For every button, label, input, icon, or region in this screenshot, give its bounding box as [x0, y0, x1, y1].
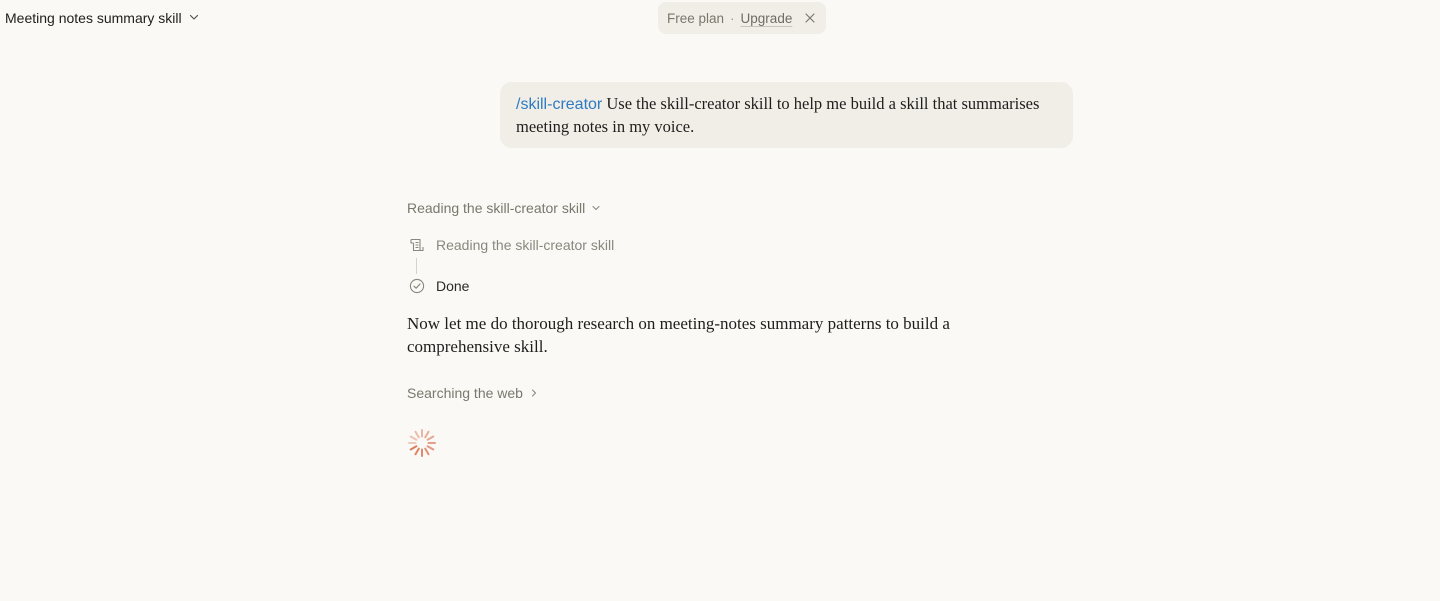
- spinner-ray: [426, 445, 435, 451]
- chevron-down-icon: [188, 10, 200, 26]
- search-toggle[interactable]: Searching the web: [407, 384, 538, 402]
- spinner-ray: [424, 430, 430, 439]
- search-label: Searching the web: [407, 385, 523, 401]
- conversation-title-button[interactable]: Meeting notes summary skill: [5, 8, 200, 28]
- step-reading-skill: Reading the skill-creator skill: [407, 235, 614, 254]
- step-label: Reading the skill-creator skill: [436, 236, 615, 253]
- spinner-ray: [426, 435, 435, 441]
- thinking-toggle[interactable]: Reading the skill-creator skill: [407, 199, 601, 217]
- spinner-ray: [409, 445, 418, 451]
- thinking-label: Reading the skill-creator skill: [407, 200, 586, 216]
- spinner-ray: [414, 447, 420, 456]
- spinner-ray: [414, 430, 420, 439]
- step-connector: [416, 258, 417, 274]
- spinner-ray: [424, 447, 430, 456]
- chevron-right-icon: [530, 385, 538, 401]
- close-icon[interactable]: [804, 12, 816, 24]
- chat-page: Meeting notes summary skill Free plan · …: [0, 0, 1440, 601]
- upgrade-link[interactable]: Upgrade: [741, 11, 793, 26]
- plan-banner: Free plan · Upgrade: [658, 2, 826, 34]
- conversation-title: Meeting notes summary skill: [5, 10, 182, 26]
- loading-spinner-icon: [408, 429, 436, 457]
- plan-label: Free plan: [667, 10, 725, 26]
- plan-separator: ·: [730, 10, 735, 26]
- slash-command[interactable]: /skill-creator: [516, 96, 602, 113]
- step-done: Done: [407, 276, 469, 295]
- chevron-down-icon: [591, 200, 601, 216]
- step-label: Done: [436, 277, 470, 294]
- assistant-reply: Now let me do thorough research on meeti…: [407, 314, 950, 356]
- spinner-ray: [409, 435, 418, 441]
- user-message-bubble: /skill-creator Use the skill-creator ski…: [500, 82, 1073, 148]
- scroll-icon: [407, 235, 426, 254]
- check-circle-icon: [407, 276, 426, 295]
